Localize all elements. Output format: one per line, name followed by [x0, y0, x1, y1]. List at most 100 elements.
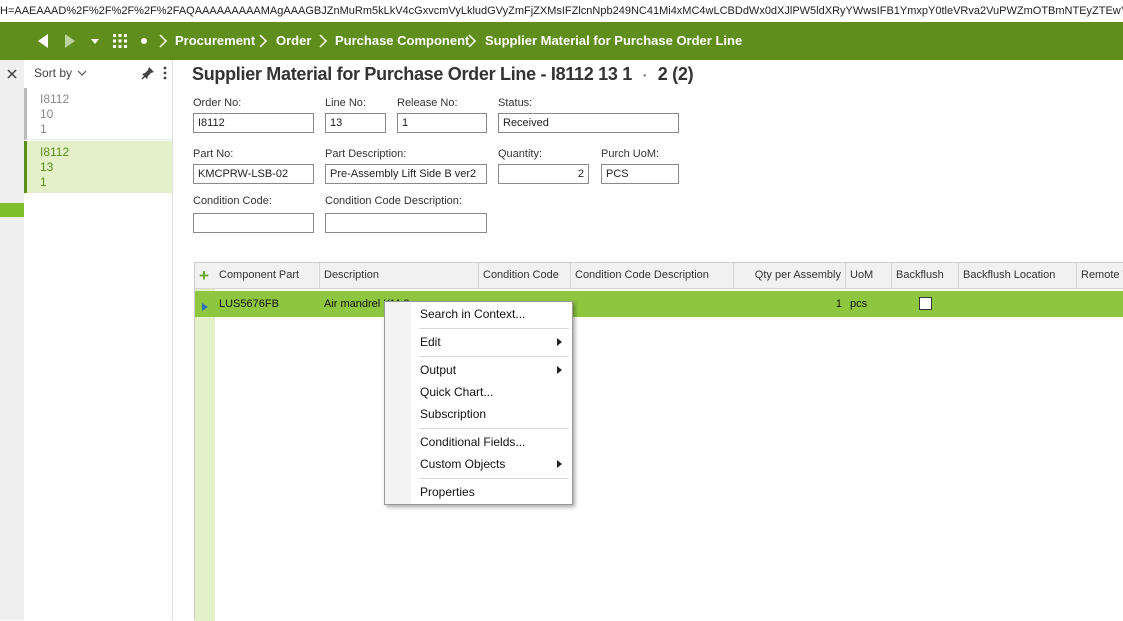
- breadcrumb-purchase-component[interactable]: Purchase Component: [335, 22, 469, 60]
- menu-item-conditional-fields[interactable]: Conditional Fields...: [412, 432, 572, 452]
- record-list-item-selected[interactable]: I8112 13 1: [24, 141, 172, 193]
- title-separator: ·: [642, 67, 648, 83]
- add-row-button[interactable]: +: [199, 265, 209, 287]
- back-icon[interactable]: [36, 22, 50, 60]
- condition-code-field[interactable]: [193, 213, 314, 233]
- record-line-no: 10: [40, 107, 54, 121]
- chevron-down-icon: [77, 70, 87, 76]
- dot-icon[interactable]: [139, 22, 149, 60]
- column-header-uom[interactable]: UoM: [846, 263, 892, 289]
- breadcrumb-separator-icon: [318, 22, 328, 60]
- record-count: 2 (2): [657, 64, 694, 84]
- table-row[interactable]: LUS5676FB Air mandrel KM-9 1 pcs: [195, 291, 1123, 317]
- release-no-field[interactable]: 1: [397, 113, 487, 133]
- column-header-component-part[interactable]: Component Part: [215, 263, 320, 289]
- purch-uom-label: Purch UoM:: [601, 148, 660, 160]
- menu-item-label: Conditional Fields...: [420, 435, 526, 449]
- grid-header: + Component Part Description Condition C…: [195, 263, 1123, 289]
- menu-separator: [419, 428, 569, 429]
- record-release-no: 1: [40, 175, 47, 189]
- context-menu: Search in Context... Edit Output Quick C…: [384, 301, 573, 505]
- cell-condition-code-description[interactable]: [571, 291, 734, 317]
- column-header-backflush[interactable]: Backflush: [892, 263, 959, 289]
- page-title: Supplier Material for Purchase Order Lin…: [192, 64, 694, 85]
- condition-code-description-label: Condition Code Description:: [325, 195, 462, 207]
- record-release-no: 1: [40, 122, 47, 136]
- menu-item-subscription[interactable]: Subscription: [412, 404, 572, 424]
- backflush-checkbox[interactable]: [919, 297, 932, 310]
- condition-code-description-field[interactable]: [325, 213, 487, 233]
- sort-by-button[interactable]: Sort by: [34, 66, 87, 80]
- order-no-field[interactable]: I8112: [193, 113, 314, 133]
- menu-item-search-in-context[interactable]: Search in Context...: [412, 304, 572, 324]
- record-list-panel: Sort by I8112 10 1 I8112 13 1: [24, 60, 173, 620]
- column-header-description[interactable]: Description: [320, 263, 479, 289]
- menu-item-edit[interactable]: Edit: [412, 332, 572, 352]
- record-order-no: I8112: [40, 145, 70, 159]
- address-bar[interactable]: H=AAEAAAD%2F%2F%2F%2F%2FAQAAAAAAAAAMAgAA…: [0, 0, 1123, 22]
- menu-item-label: Search in Context...: [420, 307, 526, 321]
- breadcrumb-procurement[interactable]: Procurement: [175, 22, 255, 60]
- pin-icon[interactable]: [141, 66, 155, 83]
- column-header-qty-per-assembly[interactable]: Qty per Assembly: [734, 263, 846, 289]
- selected-record-indicator: [0, 203, 24, 217]
- menu-item-output[interactable]: Output: [412, 360, 572, 380]
- record-order-no: I8112: [40, 92, 70, 106]
- release-no-label: Release No:: [397, 97, 458, 109]
- order-no-label: Order No:: [193, 97, 242, 109]
- breadcrumb-supplier-material[interactable]: Supplier Material for Purchase Order Lin…: [485, 22, 742, 60]
- navigator-strip: [0, 60, 24, 620]
- cell-component-part[interactable]: LUS5676FB: [215, 291, 320, 317]
- cell-qty-per-assembly[interactable]: 1: [734, 291, 846, 317]
- menu-item-label: Quick Chart...: [420, 385, 494, 399]
- menu-item-label: Properties: [420, 485, 475, 499]
- row-selector-column: [195, 289, 215, 621]
- cell-uom[interactable]: pcs: [846, 291, 892, 317]
- menu-separator: [419, 478, 569, 479]
- column-header-condition-code[interactable]: Condition Code: [479, 263, 571, 289]
- menu-separator: [419, 328, 569, 329]
- record-list-item[interactable]: I8112 10 1: [24, 88, 172, 140]
- status-label: Status:: [498, 97, 533, 109]
- line-no-field[interactable]: 13: [325, 113, 386, 133]
- part-no-label: Part No:: [193, 148, 234, 160]
- sort-by-label: Sort by: [34, 66, 73, 80]
- context-menu-gutter: [385, 302, 411, 504]
- status-field[interactable]: Received: [498, 113, 679, 133]
- part-no-field[interactable]: KMCPRW-LSB-02: [193, 164, 314, 184]
- cell-backflush-location[interactable]: [959, 291, 1077, 317]
- menu-separator: [419, 356, 569, 357]
- apps-grid-icon[interactable]: [112, 22, 128, 60]
- menu-item-label: Custom Objects: [420, 457, 506, 471]
- condition-code-label: Condition Code:: [193, 195, 272, 207]
- breadcrumb-order[interactable]: Order: [276, 22, 311, 60]
- sort-bar: Sort by: [24, 60, 173, 86]
- column-header-backflush-location[interactable]: Backflush Location: [959, 263, 1077, 289]
- navigation-bar: Procurement Order Purchase Component Sup…: [0, 22, 1123, 60]
- menu-item-quick-chart[interactable]: Quick Chart...: [412, 382, 572, 402]
- more-options-icon[interactable]: [163, 65, 167, 84]
- menu-item-label: Subscription: [420, 407, 487, 421]
- close-icon[interactable]: [6, 68, 18, 83]
- column-header-remote-w[interactable]: Remote W: [1077, 263, 1123, 289]
- breadcrumb-separator-icon: [467, 22, 477, 60]
- current-row-icon: [201, 300, 208, 314]
- purch-uom-field[interactable]: PCS: [601, 164, 679, 184]
- menu-item-label: Output: [420, 363, 457, 377]
- menu-item-properties[interactable]: Properties: [412, 482, 572, 502]
- breadcrumb-separator-icon: [158, 22, 168, 60]
- part-description-label: Part Description:: [325, 148, 407, 160]
- component-grid: + Component Part Description Condition C…: [194, 262, 1123, 621]
- column-header-condition-code-description[interactable]: Condition Code Description: [571, 263, 734, 289]
- quantity-field[interactable]: 2: [498, 164, 589, 184]
- record-line-no: 13: [40, 160, 54, 174]
- menu-item-custom-objects[interactable]: Custom Objects: [412, 454, 572, 474]
- page-title-text: Supplier Material for Purchase Order Lin…: [192, 64, 632, 84]
- forward-icon[interactable]: [63, 22, 77, 60]
- part-description-field[interactable]: Pre-Assembly Lift Side B ver2: [325, 164, 487, 184]
- breadcrumb-separator-icon: [258, 22, 268, 60]
- menu-item-label: Edit: [420, 335, 441, 349]
- quantity-label: Quantity:: [498, 148, 543, 160]
- line-no-label: Line No:: [325, 97, 366, 109]
- history-dropdown-icon[interactable]: [90, 22, 100, 60]
